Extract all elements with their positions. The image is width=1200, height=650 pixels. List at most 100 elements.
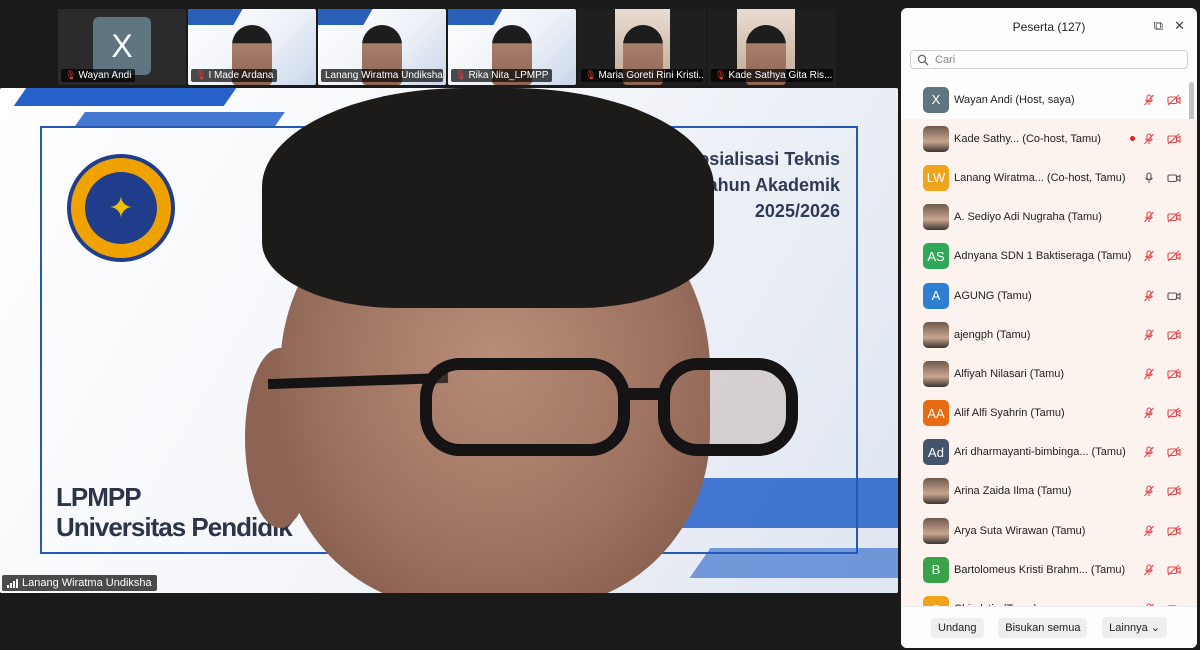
main-video[interactable]: ✦ osialisasi Teknis ahun Akademik 2025/2… [0, 88, 898, 593]
mic-muted-icon[interactable] [1143, 289, 1155, 302]
slide-org-line: LPMPP [56, 482, 142, 512]
avatar [923, 517, 949, 544]
participant-thumbnail[interactable]: 🎙 I Made Ardana [188, 9, 316, 85]
participant-row[interactable]: A AGUNG (Tamu) [901, 275, 1197, 316]
participant-controls [1143, 94, 1181, 106]
video-icon[interactable] [1167, 290, 1181, 302]
participant-controls [1143, 289, 1181, 302]
speaker-person [240, 88, 798, 593]
meeting-window: X 🎙 Wayan Andi 🎙 I Made Ardana Lanang Wiratma… [0, 0, 1200, 650]
thumbnail-name: Maria Goreti Rini Kristi... [598, 70, 703, 81]
thumbnail-strip: X 🎙 Wayan Andi 🎙 I Made Ardana Lanang Wiratma… [58, 9, 840, 85]
mic-muted-icon: 🎙 [65, 70, 77, 80]
video-off-icon[interactable] [1167, 485, 1181, 497]
search-icon [917, 54, 929, 65]
panel-title: Peserta (127) [1012, 20, 1086, 34]
mute-all-button[interactable]: Bisukan semua [998, 617, 1088, 638]
video-off-icon[interactable] [1167, 368, 1181, 380]
participant-controls [1143, 133, 1181, 145]
avatar: X [923, 86, 949, 113]
participant-row[interactable]: Arya Suta Wirawan (Tamu) [901, 511, 1197, 551]
speaker-label: Lanang Wiratma Undiksha [2, 575, 157, 591]
participant-thumbnail[interactable]: 🎙 Rika Nita_LPMPP [448, 9, 576, 85]
close-icon[interactable]: ✕ [1174, 18, 1185, 34]
mic-muted-icon[interactable] [1143, 368, 1155, 380]
avatar [923, 204, 949, 231]
mic-muted-icon[interactable] [1143, 250, 1155, 262]
mic-muted-icon: 🎙 [455, 70, 467, 80]
audio-level-icon [7, 578, 18, 588]
participant-controls [1143, 446, 1181, 458]
video-off-icon[interactable] [1167, 329, 1181, 341]
participant-row[interactable]: B Bartolomeus Kristi Brahm... (Tamu) [901, 550, 1197, 590]
avatar: LW [923, 164, 949, 191]
participant-row[interactable]: AS Adnyana SDN 1 Baktiseraga (Tamu) [901, 236, 1197, 276]
participant-thumbnail[interactable]: 🎙 Maria Goreti Rini Kristi... [578, 9, 706, 85]
chevron-down-icon: ⌄ [1147, 622, 1160, 634]
mic-muted-icon[interactable] [1143, 211, 1155, 223]
participant-row[interactable]: A. Sediyo Adi Nugraha (Tamu) [901, 197, 1197, 237]
mic-muted-icon[interactable] [1143, 525, 1155, 537]
thumbnail-label: 🎙 Maria Goreti Rini Kristi... [581, 69, 703, 82]
search-input[interactable] [935, 53, 1165, 66]
avatar [923, 125, 949, 152]
thumbnail-name: Rika Nita_LPMPP [468, 70, 549, 81]
video-off-icon[interactable] [1167, 407, 1181, 419]
participant-list: X Wayan Andi (Host, saya) Kade Sathy... (C… [901, 80, 1197, 608]
thumbnail-label: Lanang Wiratma Undiksha [321, 69, 443, 82]
avatar: AS [923, 243, 949, 270]
avatar: Ad [923, 439, 949, 466]
video-off-icon[interactable] [1167, 211, 1181, 223]
participant-controls [1143, 525, 1181, 537]
video-off-icon[interactable] [1167, 446, 1181, 458]
participant-row[interactable]: ajengph (Tamu) [901, 315, 1197, 355]
mic-muted-icon: 🎙 [585, 70, 597, 80]
thumbnail-name: Lanang Wiratma Undiksha [325, 70, 443, 81]
video-icon[interactable] [1167, 172, 1181, 184]
participant-row[interactable]: X Wayan Andi (Host, saya) [901, 80, 1197, 119]
slide-stripe [13, 88, 237, 106]
mic-muted-icon[interactable] [1143, 94, 1155, 106]
video-off-icon[interactable] [1167, 564, 1181, 576]
thumbnail-name: I Made Ardana [208, 70, 274, 81]
participant-thumbnail[interactable]: Lanang Wiratma Undiksha [318, 9, 446, 85]
participant-row[interactable]: AA Alif Alfi Syahrin (Tamu) [901, 393, 1197, 433]
avatar: AA [923, 400, 949, 427]
participant-thumbnail[interactable]: 🎙 Kade Sathya Gita Ris... [708, 9, 836, 85]
popout-icon[interactable]: ⧉ [1154, 18, 1163, 34]
mic-muted-icon[interactable] [1143, 485, 1155, 497]
mic-muted-icon[interactable] [1143, 329, 1155, 341]
avatar [923, 321, 949, 348]
video-off-icon[interactable] [1167, 250, 1181, 262]
participant-controls [1143, 250, 1181, 262]
avatar: A [923, 282, 949, 309]
participant-row[interactable]: LW Lanang Wiratma... (Co-host, Tamu) [901, 158, 1197, 198]
participant-row[interactable]: Alfiyah Nilasari (Tamu) [901, 354, 1197, 394]
mic-muted-icon: 🎙 [195, 70, 207, 80]
mic-muted-icon[interactable] [1143, 133, 1155, 145]
participant-controls [1143, 407, 1181, 419]
video-off-icon[interactable] [1167, 94, 1181, 106]
participant-controls [1143, 172, 1181, 184]
mic-muted-icon[interactable] [1143, 446, 1155, 458]
mic-muted-icon[interactable] [1143, 407, 1155, 419]
video-off-icon[interactable] [1167, 525, 1181, 537]
glasses-lens-left [420, 358, 630, 456]
invite-button[interactable]: Undang [931, 617, 984, 638]
participant-row[interactable]: Kade Sathy... (Co-host, Tamu) [901, 119, 1197, 159]
participants-panel: Peserta (127) ⧉ ✕ XWayan Andi (Host, say… [901, 8, 1197, 648]
video-off-icon[interactable] [1167, 133, 1181, 145]
participant-controls [1143, 329, 1181, 341]
mic-icon[interactable] [1143, 172, 1155, 184]
avatar: B [923, 556, 949, 583]
avatar [923, 360, 949, 387]
thumbnail-label: 🎙 I Made Ardana [191, 69, 278, 82]
participant-row[interactable]: Ad Ari dharmayanti-bimbinga... (Tamu) [901, 432, 1197, 472]
participant-thumbnail[interactable]: X 🎙 Wayan Andi [58, 9, 186, 85]
search-box[interactable] [910, 50, 1188, 69]
participant-row[interactable]: Arina Zaida Ilma (Tamu) [901, 471, 1197, 512]
avatar [923, 478, 949, 505]
panel-header: Peserta (127) ⧉ ✕ [901, 8, 1197, 46]
more-button[interactable]: Lainnya ⌄ [1102, 617, 1167, 638]
mic-muted-icon[interactable] [1143, 564, 1155, 576]
